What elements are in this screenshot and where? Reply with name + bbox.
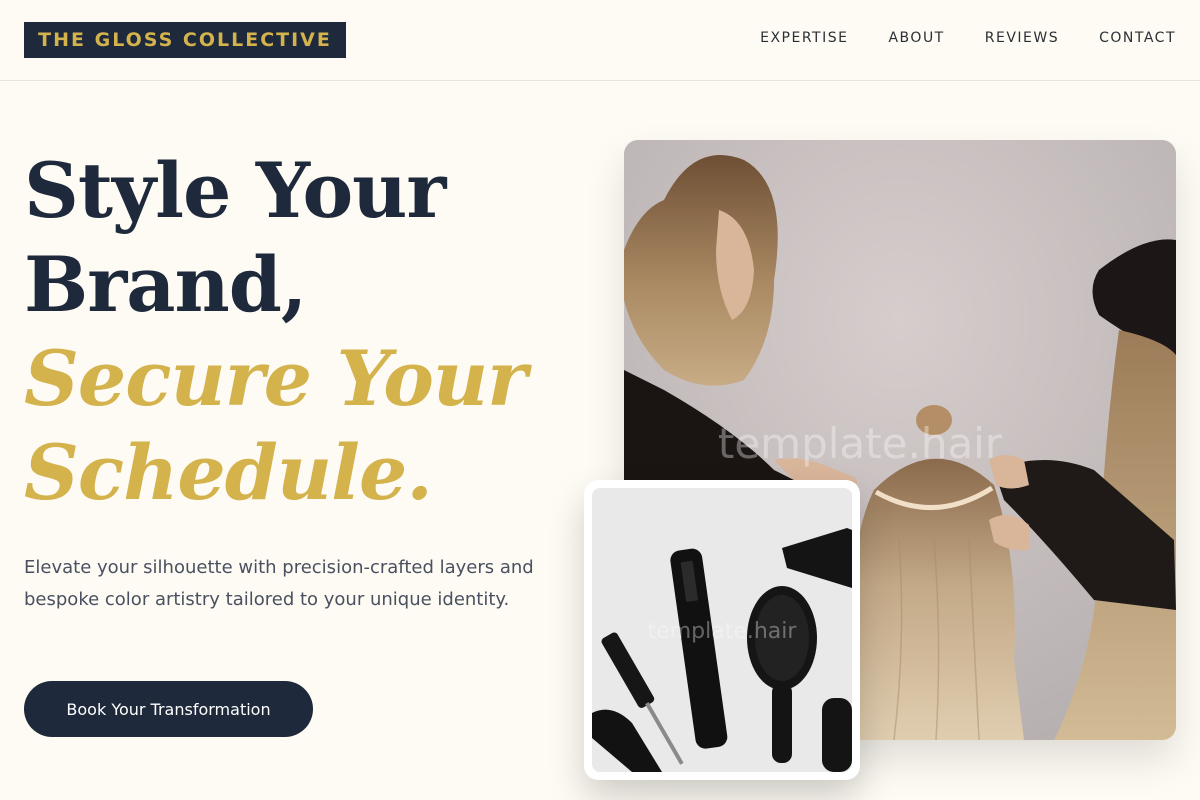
site-header: THE GLOSS COLLECTIVE EXPERTISE ABOUT REV… — [0, 0, 1200, 81]
brand-logo[interactable]: THE GLOSS COLLECTIVE — [24, 22, 346, 58]
nav-link-expertise[interactable]: EXPERTISE — [760, 30, 848, 46]
main-nav: EXPERTISE ABOUT REVIEWS CONTACT — [760, 30, 1176, 46]
main-photo-watermark: template.hair — [718, 419, 1003, 468]
headline-line-3: Secure Your — [24, 334, 527, 423]
headline-line-4: Schedule. — [24, 428, 433, 517]
nav-link-reviews[interactable]: REVIEWS — [985, 30, 1059, 46]
nav-link-contact[interactable]: CONTACT — [1099, 30, 1176, 46]
hero-headline: Style Your Brand, Secure Your Schedule. — [24, 144, 564, 520]
headline-line-1: Style Your — [24, 146, 446, 235]
styling-tools-photo: template.hair — [592, 488, 852, 772]
styling-tools-card: template.hair — [584, 480, 860, 780]
tools-photo-watermark: template.hair — [648, 619, 798, 644]
book-transformation-button[interactable]: Book Your Transformation — [24, 681, 313, 737]
nav-link-about[interactable]: ABOUT — [888, 30, 944, 46]
headline-line-2: Brand, — [24, 240, 307, 329]
hero-subtext: Elevate your silhouette with precision-c… — [24, 557, 534, 610]
